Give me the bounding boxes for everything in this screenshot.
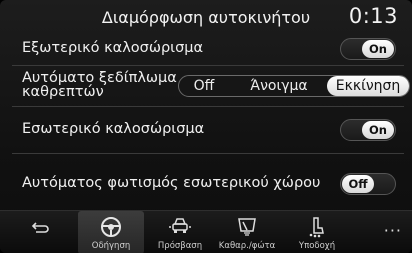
setting-row-auto-interior-lighting[interactable]: Αυτόματος φωτισμός εσωτερικού χώρου Off bbox=[0, 168, 412, 198]
seat-welcome-icon bbox=[309, 217, 324, 238]
nav-item-wipers-lights[interactable]: Καθαρ./φώτα bbox=[212, 211, 282, 253]
divider bbox=[12, 106, 404, 107]
nav-item-welcome[interactable]: Υποδοχή bbox=[282, 211, 352, 253]
setting-row-mirror-folding: Αυτόματο ξεδίπλωμα καθρεπτών Off Άνοιγμα… bbox=[0, 68, 412, 102]
setting-label: Αυτόματος φωτισμός εσωτερικού χώρου bbox=[22, 175, 321, 191]
setting-row-exterior-welcome[interactable]: Εξωτερικό καλοσώρισμα On bbox=[0, 34, 412, 64]
toggle-knob: On bbox=[362, 121, 394, 139]
nav-label: Καθαρ./φώτα bbox=[218, 241, 276, 251]
toggle-knob: On bbox=[362, 40, 394, 58]
nav-label: Οδήγηση bbox=[91, 241, 131, 251]
back-icon[interactable] bbox=[30, 220, 50, 240]
setting-label: Εσωτερικό καλοσώρισμα bbox=[22, 121, 205, 137]
toggle-knob: Off bbox=[342, 175, 374, 193]
mirror-folding-selector[interactable]: Off Άνοιγμα Εκκίνηση bbox=[178, 75, 410, 97]
nav-label: Πρόσβαση bbox=[157, 241, 203, 251]
exterior-welcome-toggle[interactable]: On bbox=[340, 38, 396, 60]
nav-item-driving[interactable]: Οδήγηση bbox=[78, 211, 144, 253]
interior-welcome-toggle[interactable]: On bbox=[340, 119, 396, 141]
nav-item-access[interactable]: Πρόσβαση bbox=[148, 211, 212, 253]
bottom-nav: Οδήγηση Πρόσβαση Καθαρ./φώτα Υποδοχή ··· bbox=[0, 210, 412, 253]
auto-interior-lighting-toggle[interactable]: Off bbox=[340, 173, 396, 195]
option-off[interactable]: Off bbox=[183, 76, 225, 96]
divider bbox=[12, 153, 404, 154]
car-access-icon bbox=[169, 218, 191, 233]
setting-label: Εξωτερικό καλοσώρισμα bbox=[22, 40, 204, 56]
setting-label-line2: καθρεπτών bbox=[22, 84, 104, 100]
car-settings-screen: Διαμόρφωση αυτοκινήτου 0:13 Εξωτερικό κα… bbox=[0, 0, 412, 253]
clock: 0:13 bbox=[348, 4, 398, 28]
nav-label: Υποδοχή bbox=[298, 241, 336, 251]
option-open[interactable]: Άνοιγμα bbox=[239, 76, 319, 96]
setting-row-interior-welcome[interactable]: Εσωτερικό καλοσώρισμα On bbox=[0, 114, 412, 144]
more-icon[interactable]: ··· bbox=[384, 221, 402, 240]
option-start[interactable]: Εκκίνηση bbox=[327, 76, 409, 96]
divider bbox=[12, 65, 404, 66]
wiper-lights-icon bbox=[238, 218, 256, 236]
header: Διαμόρφωση αυτοκινήτου 0:13 bbox=[0, 0, 412, 34]
steering-icon bbox=[101, 217, 121, 237]
